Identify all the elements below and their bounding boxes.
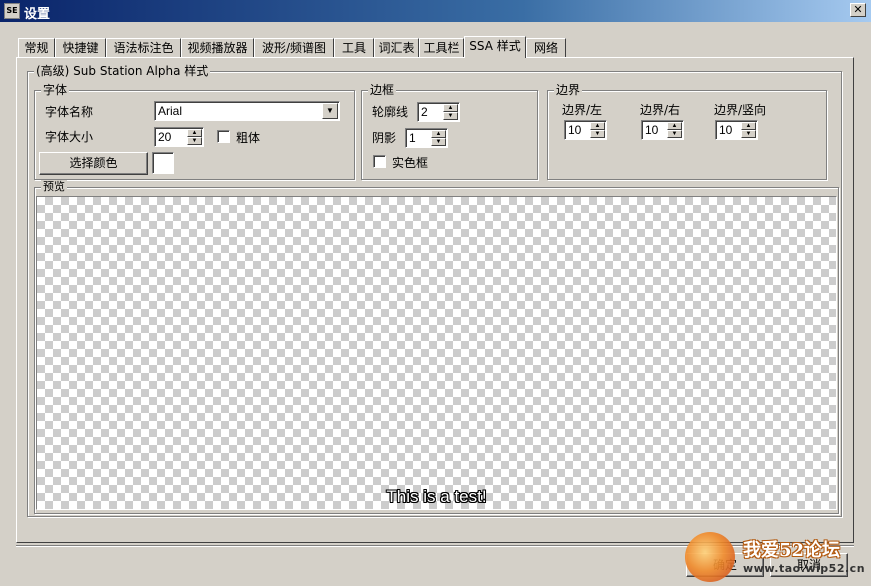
- preview-canvas: This is a test!: [36, 196, 837, 510]
- font-size-spinner[interactable]: ▲ ▼: [187, 129, 202, 145]
- bold-checkbox[interactable]: [217, 130, 230, 143]
- margin-left-value: 10: [568, 123, 582, 137]
- margin-vertical-value: 10: [719, 123, 733, 137]
- tab-syntax-coloring[interactable]: 语法标注色: [106, 38, 181, 58]
- margin-left-spinner[interactable]: ▲ ▼: [590, 122, 605, 138]
- bold-label: 粗体: [236, 131, 261, 145]
- shadow-stepper[interactable]: 1 ▲ ▼: [405, 128, 448, 148]
- font-size-stepper[interactable]: 20 ▲ ▼: [154, 127, 204, 147]
- watermark-logo-icon: [685, 532, 735, 582]
- ssa-style-group: (高级) Sub Station Alpha 样式 字体 字体名称 Arial …: [27, 64, 842, 517]
- margin-right-spinner[interactable]: ▲ ▼: [667, 122, 682, 138]
- font-color-swatch[interactable]: [152, 152, 174, 174]
- tab-shortcuts[interactable]: 快捷键: [55, 38, 106, 58]
- spin-up-icon[interactable]: ▲: [431, 130, 446, 138]
- spin-up-icon[interactable]: ▲: [590, 122, 605, 130]
- margins-group: 边界 边界/左 10 ▲ ▼ 边界/右 10 ▲ ▼ 边界/竖向 10 ▲ ▼: [547, 83, 827, 180]
- tab-tools[interactable]: 工具: [334, 38, 374, 58]
- outline-label: 轮廓线: [372, 105, 409, 119]
- outline-spinner[interactable]: ▲ ▼: [443, 104, 458, 120]
- spin-down-icon[interactable]: ▼: [431, 138, 446, 146]
- font-group-title: 字体: [41, 83, 70, 97]
- font-group: 字体 字体名称 Arial ▼ 字体大小 20 ▲ ▼ 粗体 选择颜色: [34, 83, 355, 180]
- tab-network[interactable]: 网络: [526, 38, 566, 58]
- tab-general[interactable]: 常规: [18, 38, 55, 58]
- spin-down-icon[interactable]: ▼: [443, 112, 458, 120]
- preview-group: 预览 This is a test!: [34, 180, 839, 514]
- tab-waveform[interactable]: 波形/频谱图: [254, 38, 334, 58]
- margin-right-stepper[interactable]: 10 ▲ ▼: [641, 120, 684, 140]
- ssa-styles-panel: (高级) Sub Station Alpha 样式 字体 字体名称 Arial …: [16, 57, 854, 543]
- choose-color-button[interactable]: 选择颜色: [39, 152, 148, 175]
- spin-down-icon[interactable]: ▼: [741, 130, 756, 138]
- font-size-value: 20: [158, 130, 172, 144]
- tab-toolbar[interactable]: 工具栏: [419, 38, 464, 58]
- margin-vertical-stepper[interactable]: 10 ▲ ▼: [715, 120, 758, 140]
- watermark: 我爱52论坛 www.tao.wip52.cn: [685, 532, 867, 582]
- margin-left-stepper[interactable]: 10 ▲ ▼: [564, 120, 607, 140]
- spin-down-icon[interactable]: ▼: [667, 130, 682, 138]
- margin-vertical-label: 边界/竖向: [714, 103, 767, 117]
- margin-vertical-spinner[interactable]: ▲ ▼: [741, 122, 756, 138]
- font-name-dropdown[interactable]: Arial ▼: [154, 101, 340, 121]
- shadow-value: 1: [409, 131, 416, 145]
- border-group-title: 边框: [368, 83, 397, 97]
- margins-group-title: 边界: [554, 83, 583, 97]
- watermark-text: 我爱52论坛: [743, 540, 841, 561]
- shadow-spinner[interactable]: ▲ ▼: [431, 130, 446, 146]
- font-name-label: 字体名称: [45, 105, 94, 119]
- window-title: 设置: [24, 7, 51, 22]
- opaque-box-label: 实色框: [392, 156, 429, 170]
- tab-word-lists[interactable]: 词汇表: [374, 38, 419, 58]
- spin-up-icon[interactable]: ▲: [667, 122, 682, 130]
- margin-right-label: 边界/右: [640, 103, 681, 117]
- preview-sample-text: This is a test!: [386, 487, 487, 506]
- spin-up-icon[interactable]: ▲: [741, 122, 756, 130]
- chevron-down-icon[interactable]: ▼: [322, 103, 338, 119]
- spin-up-icon[interactable]: ▲: [187, 129, 202, 137]
- outline-value: 2: [421, 105, 428, 119]
- close-button[interactable]: ✕: [850, 3, 866, 17]
- title-bar: SE 设置 ✕: [0, 0, 871, 22]
- preview-group-title: 预览: [41, 180, 67, 194]
- font-size-label: 字体大小: [45, 130, 94, 144]
- app-icon[interactable]: SE: [4, 3, 20, 19]
- spin-up-icon[interactable]: ▲: [443, 104, 458, 112]
- font-name-value: Arial: [158, 104, 183, 118]
- opaque-box-checkbox[interactable]: [373, 155, 386, 168]
- watermark-url: www.tao.wip52.cn: [743, 562, 866, 575]
- border-group: 边框 轮廓线 2 ▲ ▼ 阴影 1 ▲ ▼ 实色框: [361, 83, 538, 180]
- spin-down-icon[interactable]: ▼: [590, 130, 605, 138]
- outline-stepper[interactable]: 2 ▲ ▼: [417, 102, 460, 122]
- tab-video-player[interactable]: 视频播放器: [181, 38, 254, 58]
- tab-ssa-styles[interactable]: SSA 样式: [464, 36, 526, 58]
- margin-left-label: 边界/左: [562, 103, 603, 117]
- margin-right-value: 10: [645, 123, 659, 137]
- spin-down-icon[interactable]: ▼: [187, 137, 202, 145]
- shadow-label: 阴影: [372, 131, 397, 145]
- ssa-style-group-title: (高级) Sub Station Alpha 样式: [34, 64, 211, 78]
